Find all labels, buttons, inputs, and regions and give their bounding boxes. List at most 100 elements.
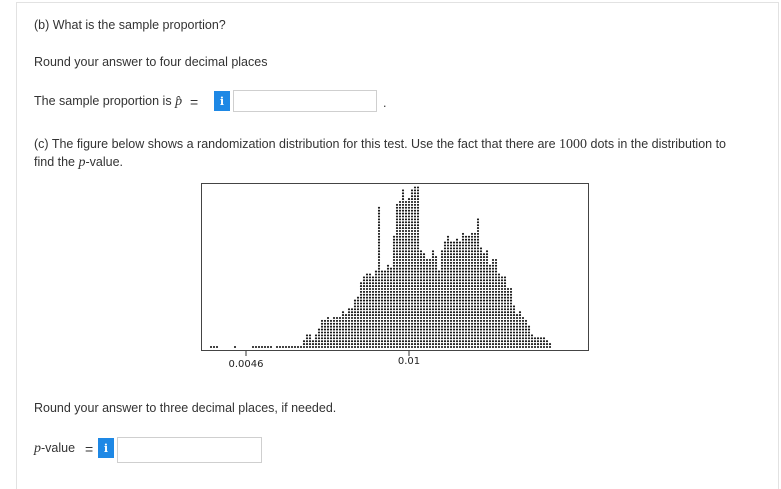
dot	[393, 256, 395, 258]
dot	[432, 346, 434, 348]
dot	[396, 346, 398, 348]
info-icon[interactable]: i	[214, 91, 230, 111]
dot	[396, 273, 398, 275]
dot	[465, 250, 467, 252]
dot	[405, 253, 407, 255]
dot	[399, 247, 401, 249]
dot	[393, 314, 395, 316]
dot	[453, 314, 455, 316]
dot	[441, 282, 443, 284]
dot	[360, 308, 362, 310]
dot	[375, 331, 377, 333]
dot	[441, 311, 443, 313]
dot	[357, 320, 359, 322]
dot	[366, 323, 368, 325]
dot	[360, 329, 362, 331]
dot	[318, 329, 320, 331]
dot	[378, 329, 380, 331]
dot	[507, 329, 509, 331]
dot	[420, 326, 422, 328]
dot	[477, 326, 479, 328]
dot	[402, 247, 404, 249]
dot	[366, 279, 368, 281]
dot	[378, 314, 380, 316]
dot	[492, 282, 494, 284]
dot	[378, 276, 380, 278]
dot	[432, 250, 434, 252]
dot	[366, 314, 368, 316]
pvalue-input[interactable]	[117, 437, 262, 463]
dot	[387, 311, 389, 313]
dot	[411, 218, 413, 220]
dot	[378, 262, 380, 264]
dot	[402, 273, 404, 275]
dot	[465, 337, 467, 339]
dot	[369, 343, 371, 345]
dot	[513, 314, 515, 316]
dot	[444, 346, 446, 348]
dot	[486, 288, 488, 290]
dot	[309, 340, 311, 342]
dot	[414, 259, 416, 261]
dot	[453, 334, 455, 336]
dot	[360, 285, 362, 287]
dot	[366, 329, 368, 331]
dot	[507, 300, 509, 302]
dot	[390, 323, 392, 325]
dot	[459, 297, 461, 299]
dot	[414, 308, 416, 310]
dot	[372, 334, 374, 336]
sample-proportion-input[interactable]	[233, 90, 377, 112]
dot	[456, 244, 458, 246]
dot	[462, 282, 464, 284]
dot	[477, 273, 479, 275]
dot	[417, 340, 419, 342]
dot	[429, 346, 431, 348]
dot	[396, 343, 398, 345]
dot	[477, 233, 479, 235]
dot	[345, 326, 347, 328]
dot	[474, 317, 476, 319]
dot	[513, 346, 515, 348]
dot	[378, 334, 380, 336]
dot	[468, 291, 470, 293]
dot	[375, 343, 377, 345]
dot	[411, 239, 413, 241]
dot	[468, 279, 470, 281]
dot	[411, 320, 413, 322]
dot	[507, 294, 509, 296]
dot	[357, 302, 359, 304]
dot	[387, 326, 389, 328]
dot	[414, 215, 416, 217]
dot	[354, 305, 356, 307]
dot	[441, 291, 443, 293]
dot	[444, 323, 446, 325]
dot	[369, 288, 371, 290]
dot	[510, 288, 512, 290]
dot	[375, 334, 377, 336]
dot	[519, 337, 521, 339]
dot	[450, 346, 452, 348]
dot	[546, 346, 548, 348]
dot	[480, 343, 482, 345]
dot	[546, 343, 548, 345]
dot	[405, 227, 407, 229]
dot	[399, 320, 401, 322]
dot	[453, 259, 455, 261]
dot	[447, 334, 449, 336]
dot	[396, 334, 398, 336]
dot	[333, 346, 335, 348]
info-icon[interactable]: i	[98, 438, 114, 458]
dot	[303, 343, 305, 345]
dot	[387, 285, 389, 287]
dot	[312, 343, 314, 345]
dot	[357, 337, 359, 339]
dot	[465, 305, 467, 307]
dot	[330, 337, 332, 339]
dot	[402, 268, 404, 270]
dot	[438, 346, 440, 348]
dot	[492, 297, 494, 299]
dot	[537, 340, 539, 342]
dot	[360, 323, 362, 325]
dot	[351, 320, 353, 322]
